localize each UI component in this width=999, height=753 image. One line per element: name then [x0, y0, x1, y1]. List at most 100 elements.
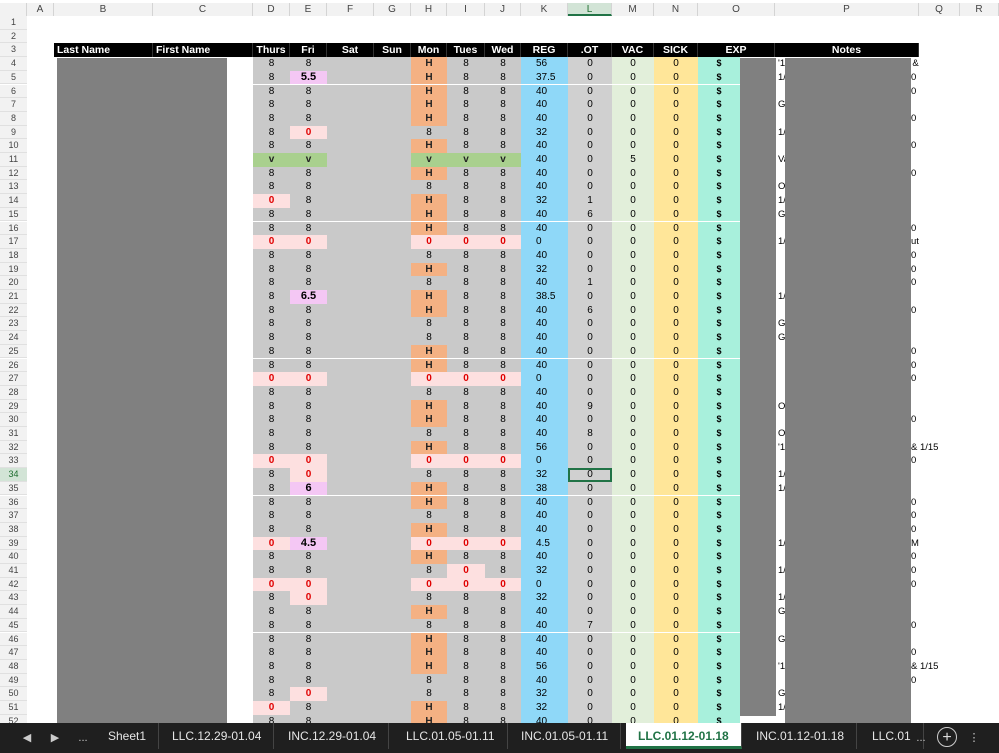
overflow-cell[interactable] — [911, 701, 951, 715]
day-cell-fri[interactable]: 8 — [290, 358, 327, 373]
ot-cell[interactable]: 0 — [568, 564, 612, 578]
exp-cell[interactable]: $ — [698, 111, 740, 126]
day-cell-tue[interactable]: 8 — [447, 276, 485, 290]
day-cell-thu[interactable]: 8 — [253, 276, 290, 290]
overflow-cell[interactable]: ut — [911, 235, 951, 249]
exp-cell[interactable]: $ — [698, 468, 740, 482]
row-header[interactable]: 23 — [0, 317, 27, 332]
vac-cell[interactable]: 0 — [612, 248, 654, 263]
reg-cell[interactable]: 40 — [521, 605, 568, 619]
ot-cell[interactable]: 0 — [568, 70, 612, 85]
row-header[interactable]: 8 — [0, 111, 27, 126]
day-cell-mon[interactable]: 8 — [411, 331, 447, 345]
day-cell-mon[interactable]: H — [411, 139, 447, 153]
column-header-r[interactable]: R — [960, 3, 999, 16]
day-cell-thu[interactable]: 8 — [253, 495, 290, 510]
exp-cell[interactable]: $ — [698, 440, 740, 455]
reg-cell[interactable]: 32 — [521, 701, 568, 715]
day-cell-sun[interactable] — [374, 194, 411, 208]
day-cell-fri[interactable]: 8 — [290, 221, 327, 236]
day-cell-fri[interactable]: 8 — [290, 84, 327, 99]
sick-cell[interactable]: 0 — [654, 427, 698, 441]
day-cell-sat[interactable] — [327, 207, 374, 222]
reg-cell[interactable]: 4.5 — [521, 536, 568, 551]
day-cell-thu[interactable]: 8 — [253, 70, 290, 85]
day-cell-sun[interactable] — [374, 139, 411, 153]
day-cell-thu[interactable]: 8 — [253, 399, 290, 414]
day-cell-sun[interactable] — [374, 276, 411, 290]
sick-cell[interactable]: 0 — [654, 481, 698, 496]
vac-cell[interactable]: 0 — [612, 618, 654, 633]
sick-cell[interactable]: 0 — [654, 180, 698, 195]
day-cell-sat[interactable] — [327, 235, 374, 249]
vac-cell[interactable]: 0 — [612, 70, 654, 85]
day-cell-thu[interactable]: 8 — [253, 317, 290, 332]
ot-cell[interactable]: 0 — [568, 454, 612, 469]
vac-cell[interactable]: 0 — [612, 605, 654, 619]
sick-cell[interactable]: 0 — [654, 84, 698, 99]
sick-cell[interactable]: 0 — [654, 632, 698, 647]
day-cell-fri[interactable]: 0 — [290, 591, 327, 606]
day-cell-fri[interactable]: 8 — [290, 550, 327, 564]
day-cell-tue[interactable]: 0 — [447, 577, 485, 592]
day-cell-mon[interactable]: H — [411, 550, 447, 564]
exp-cell[interactable]: $ — [698, 248, 740, 263]
overflow-cell[interactable] — [911, 194, 951, 208]
vac-cell[interactable]: 0 — [612, 673, 654, 688]
vac-cell[interactable]: 5 — [612, 153, 654, 167]
day-cell-wed[interactable]: 8 — [485, 701, 521, 715]
day-cell-sat[interactable] — [327, 468, 374, 482]
vac-cell[interactable]: 0 — [612, 522, 654, 537]
day-cell-sat[interactable] — [327, 344, 374, 359]
day-cell-tue[interactable]: 8 — [447, 248, 485, 263]
ot-cell[interactable]: 0 — [568, 385, 612, 400]
day-cell-thu[interactable]: 8 — [253, 618, 290, 633]
day-cell-tue[interactable]: 8 — [447, 139, 485, 153]
reg-cell[interactable]: 40 — [521, 180, 568, 195]
day-cell-tue[interactable]: 8 — [447, 358, 485, 373]
day-cell-sun[interactable] — [374, 399, 411, 414]
overflow-cell[interactable]: 0 — [911, 523, 951, 537]
ot-cell[interactable]: 0 — [568, 413, 612, 427]
row-header[interactable]: 51 — [0, 701, 27, 715]
exp-cell[interactable]: $ — [698, 331, 740, 345]
day-cell-mon[interactable]: 8 — [411, 468, 447, 482]
day-cell-thu[interactable]: 8 — [253, 207, 290, 222]
exp-cell[interactable]: $ — [698, 98, 740, 112]
day-cell-thu[interactable]: 8 — [253, 262, 290, 277]
day-cell-mon[interactable]: 8 — [411, 564, 447, 578]
reg-cell[interactable]: 40 — [521, 207, 568, 222]
day-cell-mon[interactable]: 8 — [411, 509, 447, 523]
day-cell-tue[interactable]: 8 — [447, 481, 485, 496]
overflow-cell[interactable]: M — [911, 537, 951, 551]
day-cell-thu[interactable]: 8 — [253, 659, 290, 674]
day-cell-wed[interactable]: 8 — [485, 550, 521, 564]
day-cell-fri[interactable]: 8 — [290, 618, 327, 633]
exp-cell[interactable]: $ — [698, 427, 740, 441]
overflow-cell[interactable]: 0 — [911, 167, 951, 181]
day-cell-sun[interactable] — [374, 235, 411, 249]
row-header[interactable]: 47 — [0, 646, 27, 660]
day-cell-sat[interactable] — [327, 98, 374, 112]
day-cell-tue[interactable]: 8 — [447, 385, 485, 400]
vac-cell[interactable]: 0 — [612, 659, 654, 674]
day-cell-wed[interactable]: 0 — [485, 454, 521, 469]
ot-cell[interactable]: 0 — [568, 646, 612, 660]
day-cell-wed[interactable]: 8 — [485, 714, 521, 723]
day-cell-mon[interactable]: H — [411, 632, 447, 647]
sick-cell[interactable]: 0 — [654, 290, 698, 304]
vac-cell[interactable]: 0 — [612, 564, 654, 578]
ot-cell[interactable]: 8 — [568, 427, 612, 441]
day-cell-sat[interactable] — [327, 687, 374, 701]
header-mon[interactable]: Mon — [411, 43, 447, 57]
day-cell-wed[interactable]: 8 — [485, 84, 521, 99]
vac-cell[interactable]: 0 — [612, 303, 654, 318]
reg-cell[interactable]: 32 — [521, 591, 568, 606]
day-cell-mon[interactable]: H — [411, 111, 447, 126]
ot-cell[interactable]: 0 — [568, 180, 612, 195]
row-header[interactable]: 26 — [0, 358, 27, 373]
day-cell-wed[interactable]: 8 — [485, 139, 521, 153]
overflow-cell[interactable]: 0 — [911, 619, 951, 633]
day-cell-wed[interactable]: 8 — [485, 70, 521, 85]
ot-cell[interactable]: 0 — [568, 701, 612, 715]
